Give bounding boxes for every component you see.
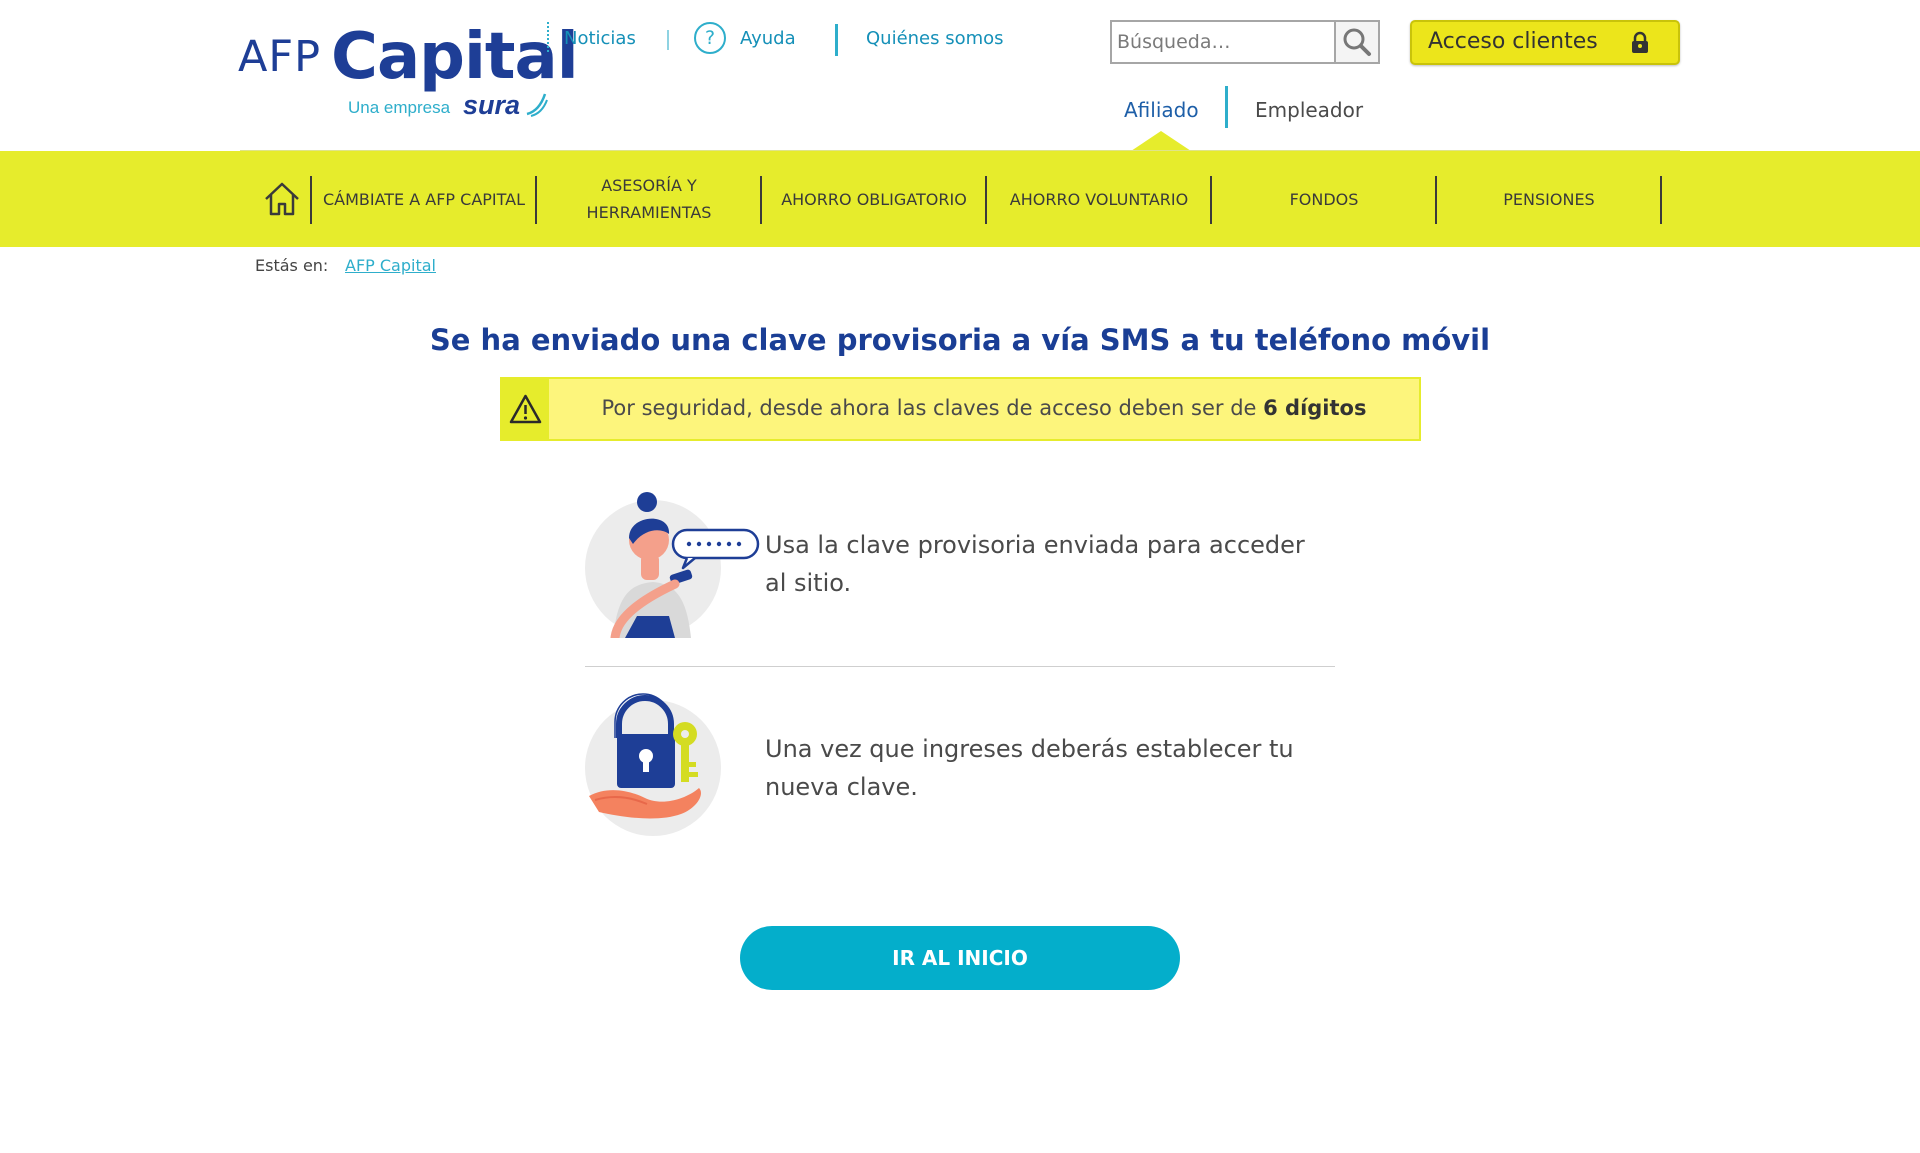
help-link[interactable]: Ayuda: [740, 28, 796, 49]
client-access-label: Acceso clientes: [1428, 29, 1598, 54]
afp-capital-logo[interactable]: AFP Capital Una empresa sura: [238, 18, 579, 128]
notice-text: Por seguridad, desde ahora las claves de…: [549, 396, 1419, 420]
step-1-illustration: [585, 488, 760, 643]
search-input[interactable]: [1117, 23, 1327, 61]
active-tab-indicator: [1131, 131, 1191, 151]
lock-icon: [1632, 31, 1648, 53]
top-link-separator: [835, 24, 838, 56]
tab-affiliate[interactable]: Afiliado: [1124, 98, 1199, 122]
go-home-button[interactable]: IR AL INICIO: [740, 926, 1180, 990]
step-1-text: Usa la clave provisoria enviada para acc…: [765, 531, 1305, 597]
step-2-text: Una vez que ingreses deberás establecer …: [765, 735, 1294, 801]
logo-afp-text: AFP: [238, 32, 322, 82]
client-access-button[interactable]: Acceso clientes: [1410, 20, 1680, 65]
top-link-separator: [667, 30, 669, 50]
woman-phone-sms-illustration: [585, 492, 760, 643]
notice-emphasis: 6 dígitos: [1263, 396, 1367, 420]
steps-divider: [585, 666, 1335, 667]
help-icon[interactable]: ?: [694, 22, 726, 54]
search-button[interactable]: [1334, 20, 1380, 64]
logo-tagline: Una empresa: [348, 98, 451, 117]
nav-item-asesoria[interactable]: ASESORÍA Y HERRAMIENTAS: [537, 151, 761, 247]
nav-item-ahorro-voluntario[interactable]: AHORRO VOLUNTARIO: [987, 151, 1211, 247]
nav-divider: [1660, 176, 1662, 224]
nav-item-pensiones[interactable]: PENSIONES: [1437, 151, 1661, 247]
notice-text-main: Por seguridad, desde ahora las claves de…: [601, 396, 1264, 420]
padlock-key-hand-illustration: [585, 693, 721, 836]
search-box: [1110, 20, 1336, 64]
security-notice: Por seguridad, desde ahora las claves de…: [500, 377, 1421, 441]
warning-icon: [509, 394, 542, 424]
step-2-illustration: [585, 690, 725, 840]
sura-wing-icon: [526, 93, 548, 117]
page-title: Se ha enviado una clave provisoria a vía…: [429, 323, 1491, 357]
magnifier-icon: [1343, 28, 1371, 56]
logo-sura-text: sura: [463, 90, 521, 120]
tab-employer[interactable]: Empleador: [1255, 98, 1363, 122]
breadcrumb-link[interactable]: AFP Capital: [345, 256, 436, 275]
about-link[interactable]: Quiénes somos: [866, 28, 1004, 49]
tab-separator: [1225, 86, 1228, 128]
notice-icon-box: [502, 379, 549, 439]
logo-capital-text: Capital: [331, 20, 579, 94]
logo-divider: [547, 22, 552, 52]
news-link[interactable]: Noticias: [564, 28, 636, 49]
nav-home[interactable]: [252, 151, 312, 247]
nav-item-ahorro-obligatorio[interactable]: AHORRO OBLIGATORIO: [762, 151, 986, 247]
nav-item-cambiate[interactable]: CÁMBIATE A AFP CAPITAL: [312, 151, 536, 247]
home-icon: [265, 182, 299, 216]
breadcrumb-label: Estás en:: [255, 256, 329, 275]
nav-item-fondos[interactable]: FONDOS: [1212, 151, 1436, 247]
